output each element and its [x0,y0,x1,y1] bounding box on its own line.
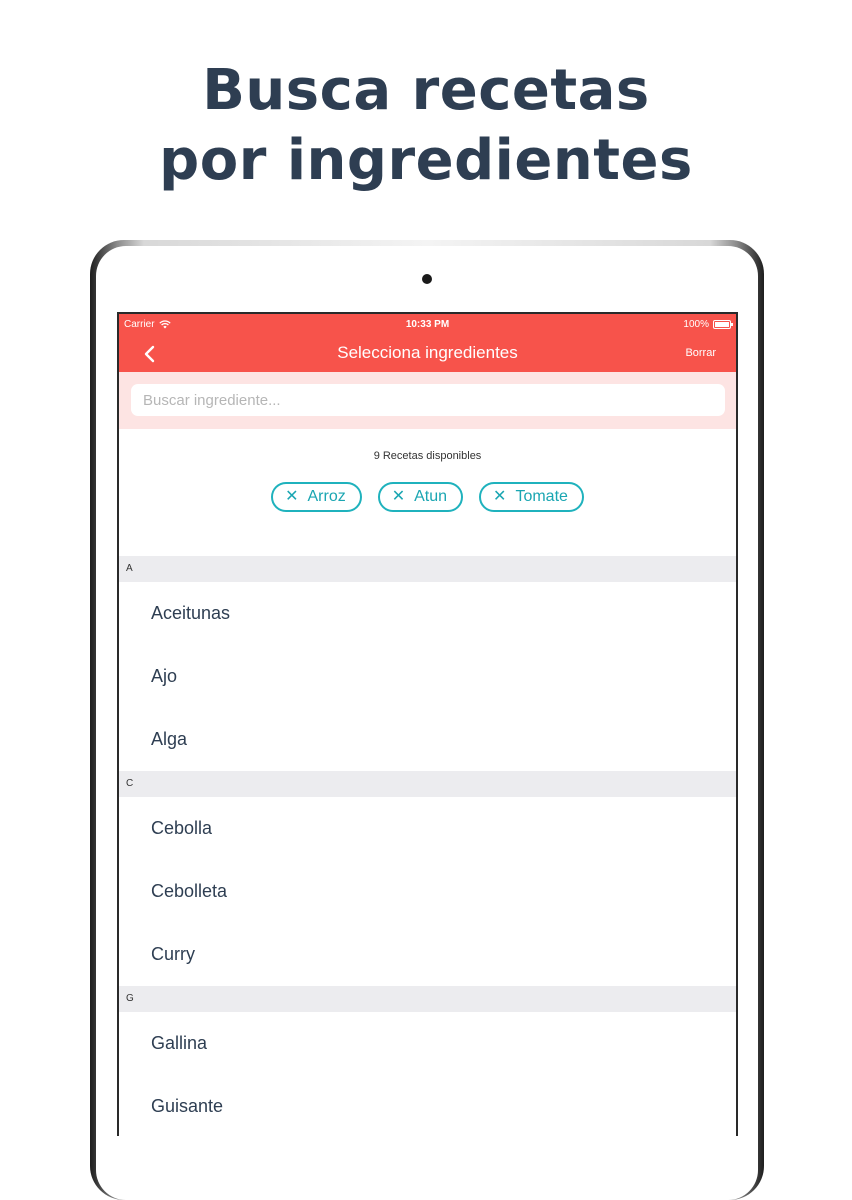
headline: Busca recetas por ingredientes [0,56,852,196]
search-input[interactable] [131,384,725,416]
camera-icon [422,274,432,284]
list-item[interactable]: Curry [119,923,736,986]
list-item[interactable]: Cebolla [119,797,736,860]
chip-label: Atun [414,488,448,505]
status-time: 10:33 PM [405,319,450,330]
clear-button[interactable]: Borrar [685,347,716,359]
section-header: G [119,986,736,1012]
list-item[interactable]: Alga [119,708,736,771]
nav-bar: Selecciona ingredientes Borrar [119,334,736,372]
search-area [119,372,736,429]
ingredient-chip[interactable]: ✕ Arroz [271,482,362,512]
section-header: A [119,556,736,582]
list-item[interactable]: Gallina [119,1012,736,1075]
selected-ingredients: ✕ Arroz ✕ Atun ✕ Tomate [119,482,736,512]
chip-label: Tomate [515,488,568,505]
remove-icon[interactable]: ✕ [392,489,405,505]
battery-label: 100% [683,319,709,330]
list-item[interactable]: Aceitunas [119,582,736,645]
list-item[interactable]: Cebolleta [119,860,736,923]
app-screen: Carrier 10:33 PM 100% Selecciona ingredi… [117,312,738,1136]
nav-title: Selecciona ingredientes [337,343,518,362]
chip-label: Arroz [307,488,346,505]
app-header: Carrier 10:33 PM 100% Selecciona ingredi… [119,314,736,372]
remove-icon[interactable]: ✕ [285,489,298,505]
status-right: 100% [683,319,733,330]
battery-icon [713,320,733,329]
ingredient-chip[interactable]: ✕ Tomate [479,482,584,512]
section-header: C [119,771,736,797]
list-item[interactable]: Guisante [119,1075,736,1136]
headline-line-1: Busca recetas [202,58,650,123]
list-item[interactable]: Ajo [119,645,736,708]
recipe-count: 9 Recetas disponibles [373,450,482,462]
headline-line-2: por ingredientes [159,128,693,193]
status-bar: Carrier 10:33 PM 100% [119,314,736,334]
ingredient-chip[interactable]: ✕ Atun [377,482,464,512]
remove-icon[interactable]: ✕ [493,489,506,505]
ingredient-list: A Aceitunas Ajo Alga C Cebolla Cebolleta… [119,556,736,1136]
